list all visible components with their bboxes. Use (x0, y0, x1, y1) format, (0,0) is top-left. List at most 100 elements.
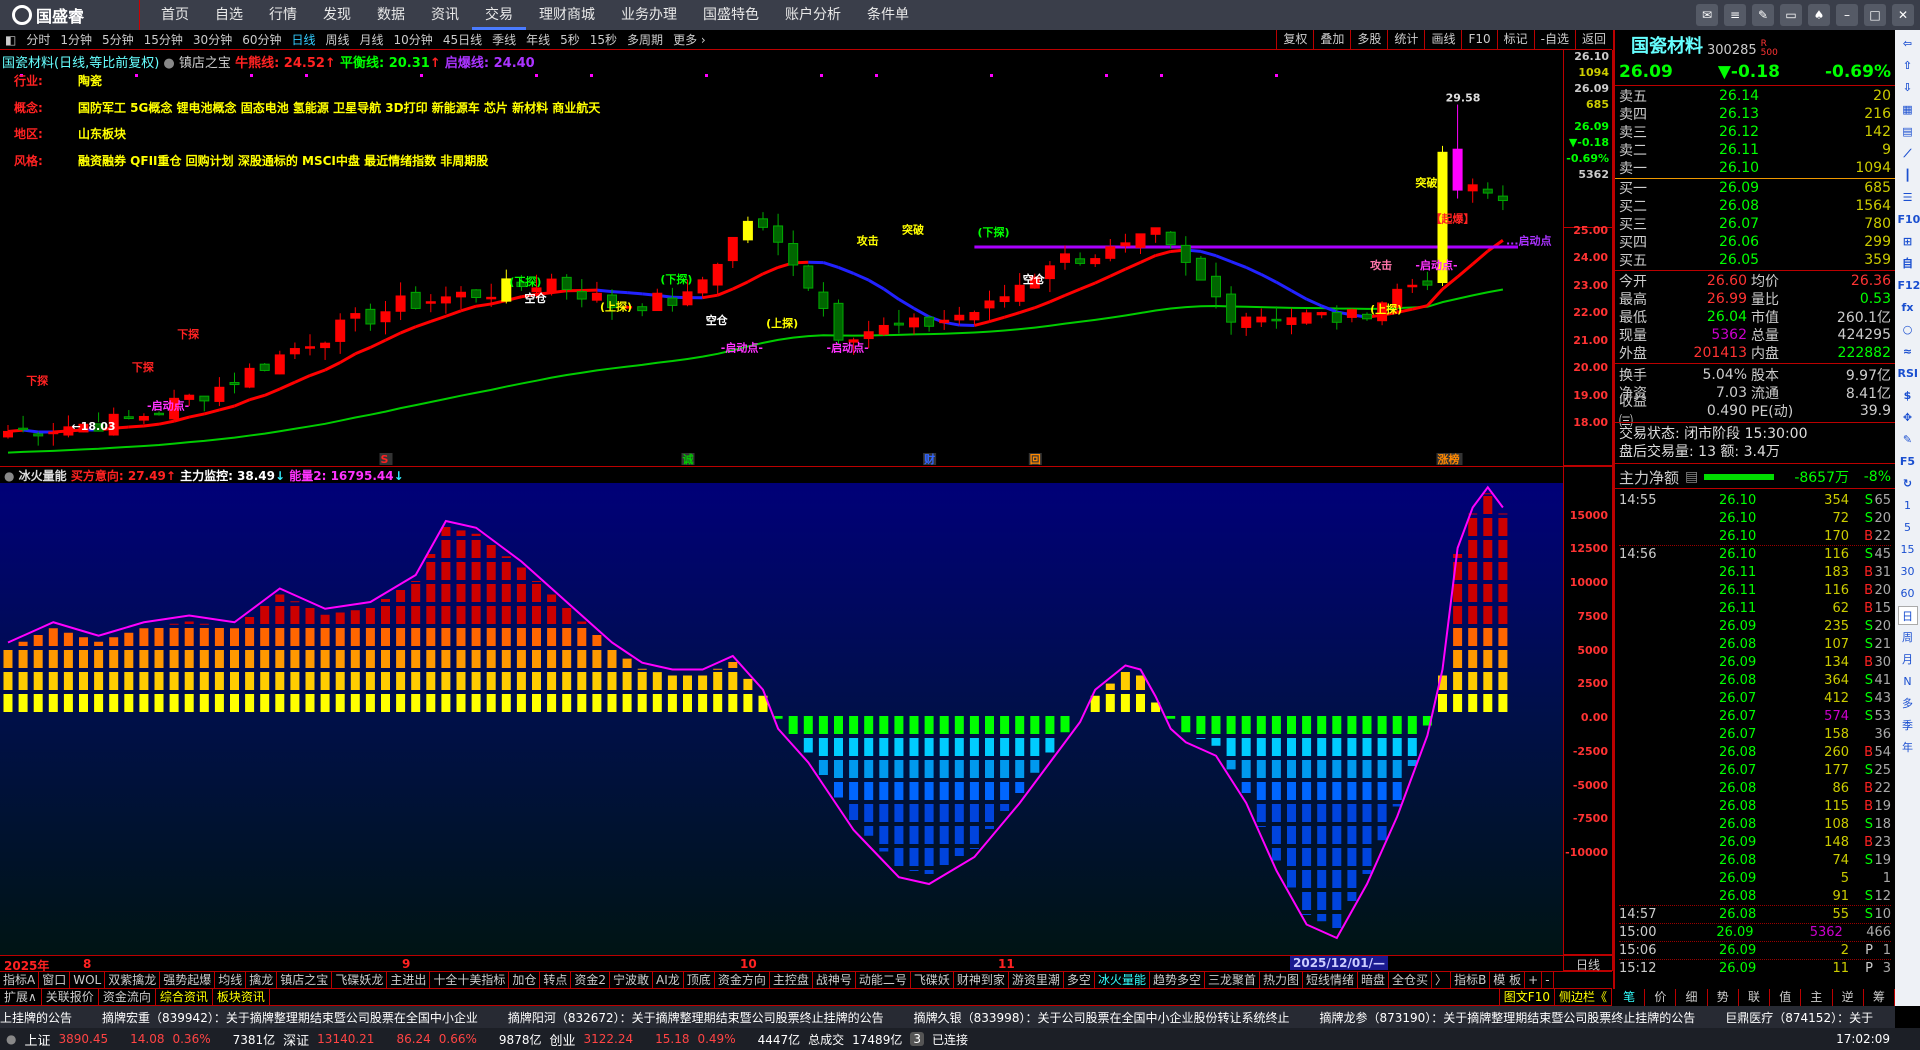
quote-tab-2[interactable]: 细 (1676, 989, 1708, 1006)
indicator-tab-13[interactable]: 资金2 (571, 972, 611, 988)
indicator-tab-11[interactable]: 加仓 (509, 972, 541, 988)
period-tab-8[interactable]: 月线 (355, 31, 389, 48)
indicator-tab-18[interactable]: 主控盘 (770, 972, 813, 988)
quote-tab-0[interactable]: 笔 (1614, 989, 1646, 1006)
indicator-tab-17[interactable]: 资金方向 (715, 972, 770, 988)
nav-item-11[interactable]: 条件单 (854, 0, 922, 30)
quote-tab-4[interactable]: 联 (1739, 989, 1771, 1006)
nav-item-4[interactable]: 数据 (364, 0, 418, 30)
nav-item-2[interactable]: 行情 (256, 0, 310, 30)
indicator-tab-34[interactable]: 模 板 (1490, 972, 1526, 988)
nav-item-9[interactable]: 国盛特色 (690, 0, 772, 30)
indicator-name[interactable]: 镇店之宝 (179, 56, 231, 71)
period-tab-13[interactable]: 5秒 (555, 31, 585, 48)
chart-tool-8[interactable]: 返回 (1574, 30, 1612, 49)
refresh-icon[interactable]: ↻ (1898, 474, 1918, 493)
chart-tool-1[interactable]: 叠加 (1313, 30, 1350, 49)
minimize-icon[interactable]: – (1836, 4, 1858, 26)
side-period-10[interactable]: 季 (1898, 716, 1918, 735)
indicator-tab-35[interactable]: + (1525, 972, 1543, 988)
period-tab-1[interactable]: 1分钟 (55, 31, 97, 48)
wave-icon[interactable]: ≈ (1898, 342, 1918, 361)
quote-tab-1[interactable]: 价 (1645, 989, 1677, 1006)
indicator-tab-6[interactable]: 擒龙 (246, 972, 278, 988)
indicator-tab-25[interactable]: 冰火量能 (1095, 972, 1150, 988)
side-period-8[interactable]: N (1898, 672, 1918, 691)
indicator-tab-20[interactable]: 动能二号 (856, 972, 911, 988)
nav-item-8[interactable]: 业务办理 (608, 0, 690, 30)
f10-link[interactable]: 图文F10 (1498, 989, 1555, 1005)
indicator-tab-15[interactable]: AI龙 (653, 972, 684, 988)
side-period-7[interactable]: 月 (1898, 650, 1918, 669)
chart-tool-3[interactable]: 统计 (1387, 30, 1424, 49)
index-name[interactable]: 创业 (549, 1030, 575, 1049)
quote-tab-3[interactable]: 势 (1708, 989, 1739, 1006)
chart-tool-7[interactable]: -自选 (1533, 30, 1575, 49)
rsi-icon[interactable]: RSI (1898, 364, 1919, 383)
indicator-tab-36[interactable]: - (1542, 972, 1554, 988)
info-tab-2[interactable]: 资金流向 (99, 989, 156, 1005)
period-tab-0[interactable]: 分时 (21, 31, 55, 48)
indicator-tab-2[interactable]: WOL (70, 972, 106, 988)
nav-item-3[interactable]: 发现 (310, 0, 364, 30)
skin-icon[interactable]: ✎ (1752, 4, 1774, 26)
indicator-tab-26[interactable]: 趋势多空 (1150, 972, 1205, 988)
period-tab-16[interactable]: 更多 › (668, 31, 711, 48)
nav-item-0[interactable]: 首页 (148, 0, 202, 30)
period-tab-6[interactable]: 日线 (286, 31, 320, 48)
kline-icon[interactable]: ┃ (1898, 166, 1918, 185)
period-tab-4[interactable]: 30分钟 (188, 31, 237, 48)
indicator-tab-14[interactable]: 宁波敢 (610, 972, 654, 988)
quote-tab-8[interactable]: 筹 (1864, 989, 1895, 1006)
chart-tool-6[interactable]: 标记 (1496, 30, 1534, 49)
tree-icon[interactable]: ⊞ (1898, 232, 1918, 251)
chart-tool-4[interactable]: 画线 (1424, 30, 1461, 49)
indicator-chart[interactable] (0, 483, 1563, 955)
period-tab-9[interactable]: 10分钟 (389, 31, 438, 48)
period-tab-15[interactable]: 多周期 (622, 31, 668, 48)
dropdown-icon[interactable]: ● (4, 469, 14, 483)
period-tab-12[interactable]: 年线 (521, 31, 555, 48)
formula-icon[interactable]: fx (1898, 298, 1918, 317)
indicator-tab-28[interactable]: 热力图 (1260, 972, 1303, 988)
info-tab-0[interactable]: 扩展∧ (0, 989, 42, 1005)
shirt-icon[interactable]: ♠ (1808, 4, 1830, 26)
line-chart-icon[interactable]: ⟋ (1898, 144, 1918, 163)
indicator-tab-5[interactable]: 均线 (215, 972, 247, 988)
money-icon[interactable]: $ (1898, 386, 1918, 405)
info-tab-1[interactable]: 关联报价 (42, 989, 99, 1005)
period-tab-7[interactable]: 周线 (321, 31, 355, 48)
indicator-tab-32[interactable]: 〉 (1432, 972, 1452, 988)
side-period-3[interactable]: 30 (1898, 562, 1918, 581)
side-period-6[interactable]: 周 (1898, 628, 1918, 647)
move-icon[interactable]: ✥ (1898, 408, 1918, 427)
side-period-9[interactable]: 多 (1898, 694, 1918, 713)
info-tab-4[interactable]: 板块资讯 (213, 989, 270, 1005)
news-item[interactable]: 上挂牌的公告 (0, 1009, 72, 1026)
list-icon[interactable]: ▤ (1685, 469, 1698, 485)
nav-item-7[interactable]: 理财商城 (526, 0, 608, 30)
self-icon[interactable]: 自 (1898, 254, 1918, 273)
screen-icon[interactable]: ▭ (1780, 4, 1802, 26)
indicator-tab-27[interactable]: 三龙聚首 (1205, 972, 1260, 988)
chart-tool-0[interactable]: 复权 (1276, 30, 1313, 49)
indicator-tab-0[interactable]: 指标A (0, 972, 40, 988)
maximize-icon[interactable]: □ (1864, 4, 1886, 26)
side-period-11[interactable]: 年 (1898, 738, 1918, 757)
indicator-tab-30[interactable]: 暗盘 (1358, 972, 1390, 988)
quote-tab-6[interactable]: 主 (1801, 989, 1833, 1006)
index-name[interactable]: 上证 (24, 1030, 50, 1049)
side-period-1[interactable]: 5 (1898, 518, 1918, 537)
indicator-tab-22[interactable]: 财神到家 (954, 972, 1009, 988)
indicator-tab-23[interactable]: 游资里潮 (1009, 972, 1064, 988)
period-tab-2[interactable]: 5分钟 (97, 31, 139, 48)
indicator-tab-10[interactable]: 十全十美指标 (430, 972, 510, 988)
news-item[interactable]: 巨鼎医疗（874152）：关于 (1725, 1009, 1873, 1026)
report-icon[interactable]: ▦ (1898, 100, 1918, 119)
news-item[interactable]: 摘牌宏重（839942）：关于摘牌整理期结束暨公司股票在全国中小企业 (102, 1009, 478, 1026)
news-item[interactable]: 摘牌久银（833998）：关于公司股票在全国中小企业股份转让系统终止 (914, 1009, 1290, 1026)
side-period-0[interactable]: 1 (1898, 496, 1918, 515)
close-icon[interactable]: ✕ (1892, 4, 1914, 26)
side-period-2[interactable]: 15 (1898, 540, 1918, 559)
chart-tool-5[interactable]: F10 (1461, 30, 1496, 49)
